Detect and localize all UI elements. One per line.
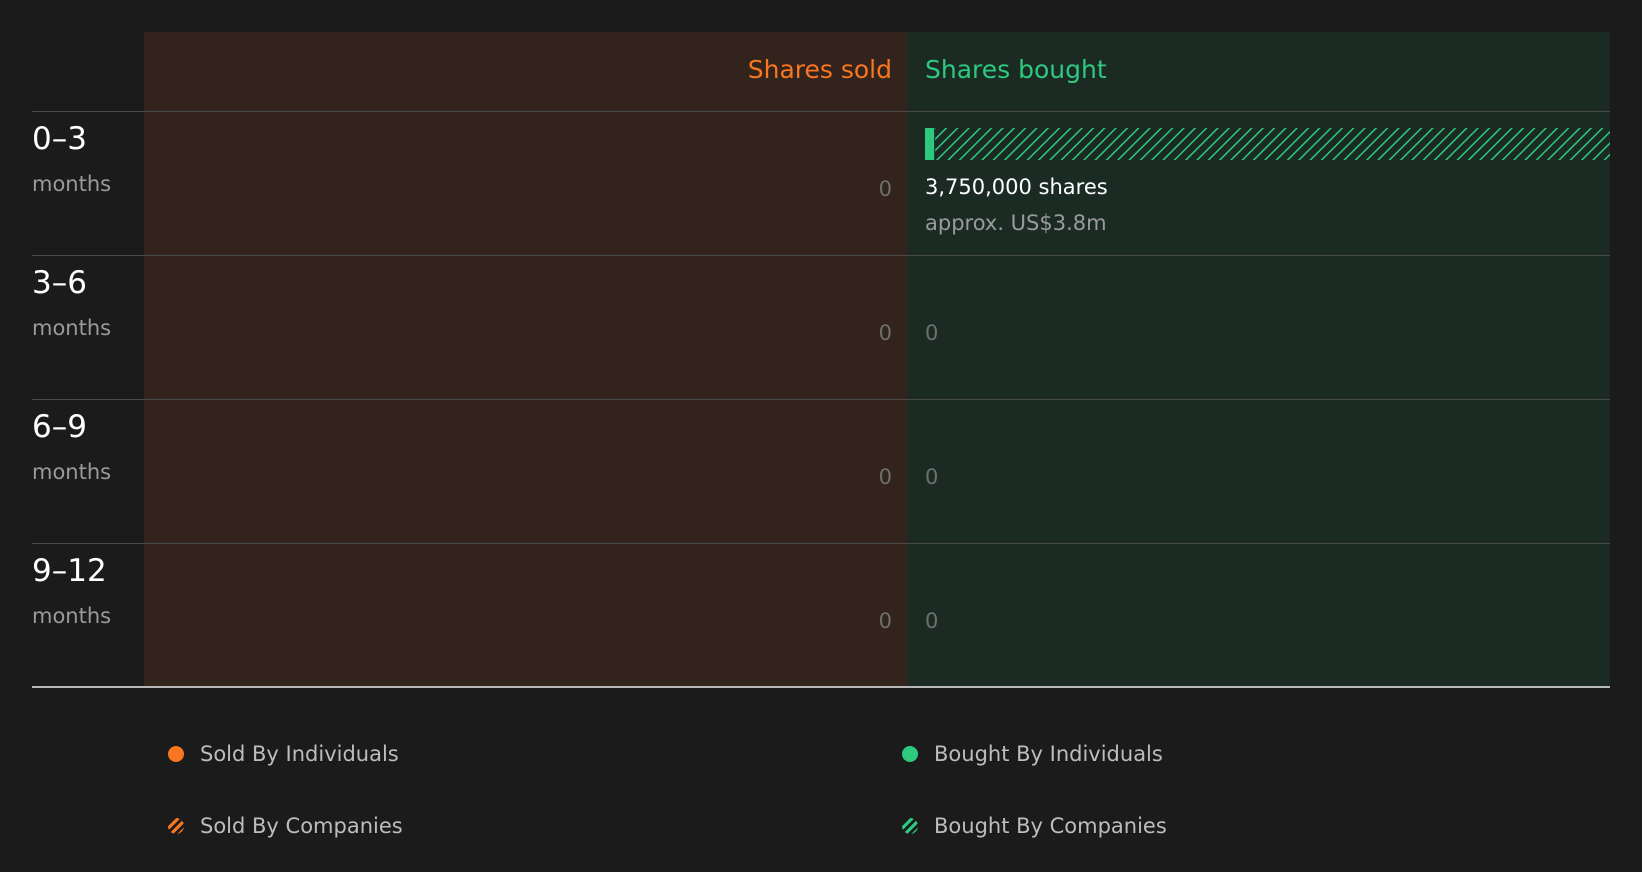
legend-label: Bought By Companies [934, 814, 1167, 838]
legend-swatch-hatched-green [902, 818, 918, 834]
legend-bought-individuals: Bought By Individuals [902, 742, 1163, 766]
insider-trading-chart: Shares sold Shares bought 0–3 months 0 3… [0, 0, 1642, 872]
sold-value-label: 0 [878, 177, 892, 201]
bought-value-label: 0 [925, 321, 939, 345]
legend-label: Sold By Individuals [200, 742, 399, 766]
bought-companies-bar [935, 128, 1610, 160]
legend-bought-companies: Bought By Companies [902, 814, 1167, 838]
legend-swatch-solid-green [902, 746, 918, 762]
legend-swatch-hatched-orange [168, 818, 184, 834]
legend-sold-individuals: Sold By Individuals [168, 742, 399, 766]
sold-value-label: 0 [878, 321, 892, 345]
legend-label: Sold By Companies [200, 814, 403, 838]
row-divider [32, 543, 1610, 544]
legend-swatch-solid-orange [168, 746, 184, 762]
legend-sold-companies: Sold By Companies [168, 814, 403, 838]
bottom-axis-line [32, 686, 1610, 688]
shares-sold-panel [144, 32, 908, 686]
row-label-range: 6–9 [32, 409, 87, 445]
bought-bar-group [925, 128, 1610, 160]
row-label-range: 0–3 [32, 121, 87, 157]
sold-value-label: 0 [878, 465, 892, 489]
shares-sold-header: Shares sold [747, 55, 892, 84]
row-divider [32, 255, 1610, 256]
row-label-unit: months [32, 604, 112, 628]
bought-value-label: 0 [925, 465, 939, 489]
row-label-range: 9–12 [32, 553, 107, 589]
row-label-unit: months [32, 172, 112, 196]
row-label-unit: months [32, 316, 112, 340]
row-divider [32, 111, 1610, 112]
row-label-range: 3–6 [32, 265, 87, 301]
legend-label: Bought By Individuals [934, 742, 1163, 766]
sold-value-label: 0 [878, 609, 892, 633]
bar-shares-label: 3,750,000 shares [925, 175, 1108, 199]
shares-bought-header: Shares bought [925, 55, 1107, 84]
row-divider [32, 399, 1610, 400]
bought-individuals-bar [925, 128, 935, 160]
bought-value-label: 0 [925, 609, 939, 633]
bar-value-label: approx. US$3.8m [925, 211, 1107, 235]
row-label-unit: months [32, 460, 112, 484]
